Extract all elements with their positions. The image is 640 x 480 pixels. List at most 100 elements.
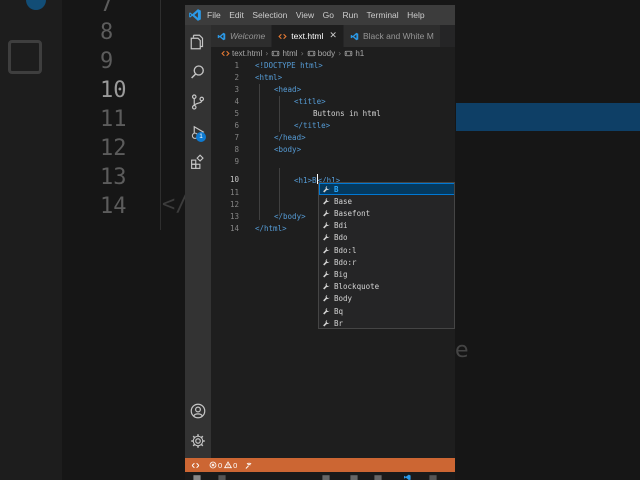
tab-label: text.html: [291, 31, 324, 41]
remote-icon: [191, 462, 199, 468]
suggestion-item[interactable]: Base: [319, 195, 454, 207]
bg-line-number: 11: [100, 107, 127, 132]
wrench-icon: [323, 185, 330, 193]
menu-help[interactable]: Help: [407, 10, 424, 20]
suggestion-label: Base: [334, 196, 353, 206]
autocomplete-suggest-widget[interactable]: B Base Basefont Bdi Bdo Bdo:l Bdo:r Big …: [318, 182, 455, 329]
search-icon[interactable]: [189, 63, 207, 81]
code-text: </title>: [294, 121, 331, 130]
tab-text-html[interactable]: text.html ✕: [272, 25, 344, 47]
bg-text-fragment: e: [455, 338, 469, 363]
line-number: 5: [234, 109, 239, 118]
suggestion-item[interactable]: Body: [319, 293, 454, 305]
taskbar-app-icon[interactable]: [374, 474, 382, 480]
taskbar-app-icon[interactable]: [193, 474, 201, 480]
line-number: 7: [234, 133, 239, 142]
warning-count: 0: [233, 460, 238, 470]
suggestion-label: Bdo:l: [334, 245, 357, 255]
suggestion-item[interactable]: Bdi: [319, 220, 454, 232]
code-text: Buttons in html: [313, 109, 381, 118]
status-bar: 0 0: [185, 458, 455, 472]
bg-indent-guide: [160, 0, 161, 230]
menu-edit[interactable]: Edit: [229, 10, 244, 20]
broadcast-icon: [245, 462, 252, 469]
code-text: </html>: [255, 224, 287, 233]
breadcrumb-h1[interactable]: h1: [355, 49, 364, 58]
taskbar-app-icon[interactable]: [322, 474, 330, 480]
menu-run[interactable]: Run: [342, 10, 358, 20]
suggestion-label: Br: [334, 318, 344, 328]
menu-view[interactable]: View: [296, 10, 314, 20]
bg-line-number: 14: [100, 194, 127, 219]
chevron-right-icon: ›: [300, 49, 304, 58]
suggestion-item[interactable]: Blockquote: [319, 281, 454, 293]
breadcrumb-body[interactable]: body: [318, 49, 335, 58]
bg-extensions-icon: [8, 40, 42, 74]
menu-go[interactable]: Go: [323, 10, 334, 20]
taskbar-app-icon[interactable]: [350, 474, 358, 480]
bg-line-number: 7: [100, 0, 114, 17]
wrench-icon: [323, 258, 330, 266]
settings-gear-icon[interactable]: [189, 432, 207, 450]
wrench-icon: [323, 210, 330, 217]
remote-indicator[interactable]: [185, 458, 205, 472]
suggestion-label: Basefont: [334, 208, 371, 218]
breadcrumb-file[interactable]: text.html: [232, 49, 262, 58]
suggestion-label: Body: [334, 294, 353, 304]
broadcast-indicator[interactable]: [244, 461, 254, 470]
wrench-icon: [323, 197, 330, 205]
element-icon: [345, 50, 353, 57]
title-bar: File Edit Selection View Go Run Terminal…: [185, 5, 455, 25]
line-number: 4: [234, 97, 239, 106]
html-file-icon: [278, 33, 287, 39]
suggestion-item[interactable]: Bdo:r: [319, 256, 454, 268]
suggestion-item[interactable]: Bq: [319, 305, 454, 317]
explorer-icon[interactable]: [189, 33, 207, 51]
error-count: 0: [218, 460, 223, 470]
bg-suggest-highlight: [456, 103, 640, 131]
bg-line-number: 12: [100, 136, 127, 161]
element-icon: [272, 50, 280, 57]
code-text: <body>: [274, 145, 302, 154]
suggestion-label: Bdi: [334, 221, 348, 231]
suggestion-item[interactable]: Bdo:l: [319, 244, 454, 256]
suggestion-item[interactable]: Br: [319, 317, 454, 328]
chevron-right-icon: ›: [265, 49, 269, 58]
chevron-right-icon: ›: [338, 49, 342, 58]
suggestion-item[interactable]: Basefont: [319, 207, 454, 219]
problems-indicator[interactable]: 0 0: [209, 461, 237, 470]
extensions-icon[interactable]: [189, 153, 207, 171]
tab-black-and-white[interactable]: Black and White M: [343, 25, 441, 47]
suggestion-item[interactable]: B: [319, 183, 454, 196]
tab-bar: Welcome text.html ✕ Black and White M: [211, 25, 455, 47]
line-number: 3: [234, 85, 239, 94]
code-text: <html>: [255, 73, 283, 82]
source-control-icon[interactable]: [189, 93, 207, 111]
close-tab-icon[interactable]: ✕: [329, 31, 337, 41]
suggestion-item[interactable]: Big: [319, 268, 454, 280]
menu-selection[interactable]: Selection: [252, 10, 287, 20]
debug-badge: 1: [196, 132, 206, 142]
suggestion-label: Bdo: [334, 233, 348, 243]
vscode-taskbar-icon[interactable]: [403, 474, 411, 480]
bg-line-number: 13: [100, 165, 127, 190]
wrench-icon: [323, 319, 330, 327]
wrench-icon: [323, 234, 330, 241]
line-number: 2: [234, 73, 239, 82]
tab-welcome[interactable]: Welcome: [211, 25, 273, 47]
account-icon[interactable]: [189, 402, 207, 420]
line-number: 11: [229, 188, 239, 197]
code-line: 8 <body>: [211, 144, 455, 156]
wrench-icon: [323, 222, 330, 229]
code-line: 5 Buttons in html: [211, 108, 455, 120]
code-line: 2 <html>: [211, 72, 455, 84]
code-text: <title>: [294, 97, 326, 106]
taskbar-app-icon[interactable]: [429, 474, 437, 480]
line-number: 10: [229, 175, 239, 184]
menu-terminal[interactable]: Terminal: [367, 10, 399, 20]
code-line: 6 </title>: [211, 120, 455, 132]
suggestion-item[interactable]: Bdo: [319, 232, 454, 244]
menu-file[interactable]: File: [207, 10, 221, 20]
taskbar-app-icon[interactable]: [218, 474, 226, 480]
breadcrumb-html[interactable]: html: [282, 49, 297, 58]
